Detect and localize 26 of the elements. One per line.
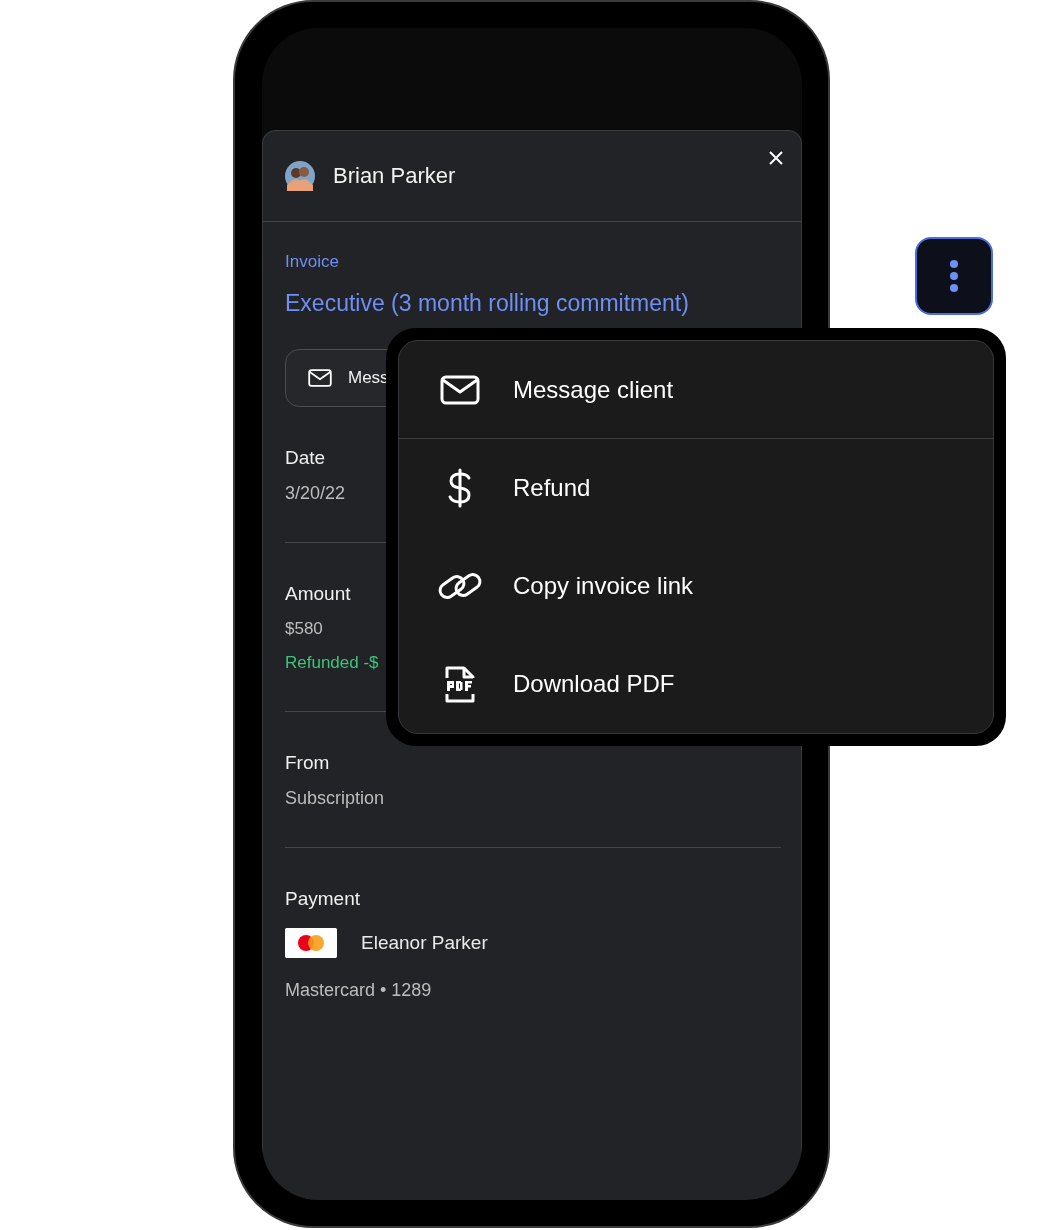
menu-item[interactable]: Copy invoice link: [399, 537, 993, 635]
field-value: $580: [285, 619, 323, 639]
field-label: Amount: [285, 583, 351, 605]
menu-item[interactable]: Download PDF: [399, 635, 993, 733]
avatar: [285, 161, 315, 191]
more-icon: [949, 259, 959, 293]
close-icon: [769, 151, 783, 165]
client-name: Brian Parker: [333, 163, 456, 189]
mail-icon: [440, 374, 480, 405]
invoice-label: Invoice: [285, 252, 339, 272]
field-value: 3/20/22: [285, 483, 346, 504]
refund-note: Refunded -$: [285, 653, 379, 673]
field-label: From: [285, 752, 330, 774]
field-label: Date: [285, 447, 326, 469]
menu-item[interactable]: Refund: [399, 439, 993, 537]
field-label: Payment: [285, 888, 360, 910]
mastercard-icon: [285, 928, 337, 958]
invoice-title: Executive (3 month rolling commitment): [285, 290, 689, 317]
card-number: Mastercard • 1289: [285, 980, 432, 1001]
close-button[interactable]: [767, 149, 785, 167]
field-value: Subscription: [285, 788, 385, 809]
cardholder-name: Eleanor Parker: [361, 932, 488, 954]
more-button[interactable]: [915, 237, 993, 315]
mail-icon: [308, 369, 332, 387]
dollar-icon: [447, 468, 473, 508]
pdf-file-icon: [444, 664, 476, 704]
